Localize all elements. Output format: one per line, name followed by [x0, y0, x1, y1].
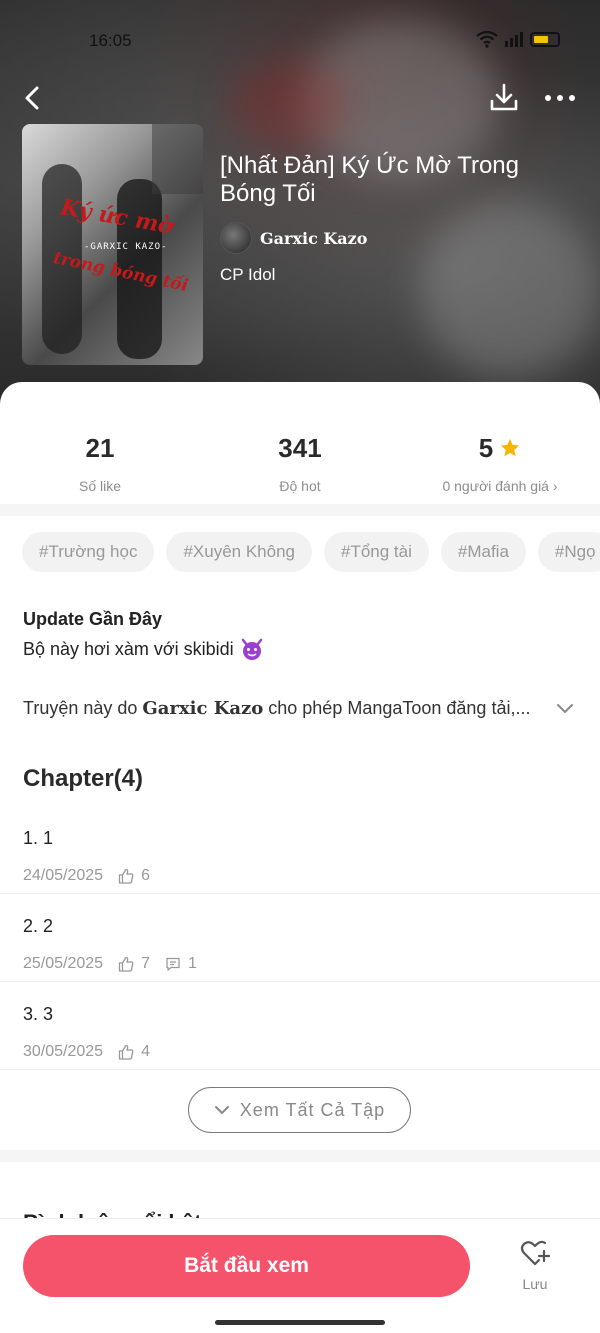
start-reading-button[interactable]: Bắt đầu xem: [23, 1235, 470, 1297]
thumb-up-icon: [118, 956, 134, 972]
book-title: [Nhất Đản] Ký Ức Mờ Trong Bóng Tối: [220, 152, 520, 207]
thumb-up-icon: [118, 1044, 134, 1060]
rating-value-row: 5: [400, 430, 600, 466]
see-all-chapters-button[interactable]: Xem Tất Cả Tập: [188, 1087, 411, 1133]
chapter-meta: 24/05/2025 6: [23, 867, 150, 885]
stat-label: Số like: [78, 478, 122, 494]
download-button[interactable]: [488, 82, 520, 114]
battery-icon: [530, 31, 560, 47]
more-icon: [545, 95, 575, 101]
chapter-comments: 1: [187, 955, 197, 972]
update-text-row: Bộ này hơi xàm với skibidi: [23, 637, 264, 661]
update-text: Bộ này hơi xàm với skibidi: [23, 638, 234, 659]
update-heading: Update Gần Đây: [23, 609, 163, 629]
status-icons: [476, 30, 560, 48]
stat-label: Độ hot: [279, 478, 321, 494]
chapter-title: 1. 1: [23, 828, 54, 848]
cover-building: [152, 124, 203, 194]
thumb-up-icon: [118, 868, 134, 884]
wifi-icon: [476, 30, 498, 48]
star-icon: [501, 438, 520, 457]
devil-icon: [241, 638, 262, 660]
chapter-item[interactable]: 3. 3 30/05/2025 4: [0, 982, 600, 1070]
stat-value: 5: [478, 432, 494, 463]
download-icon: [490, 83, 518, 111]
author-row[interactable]: Garxic Kazo: [220, 222, 367, 254]
save-button[interactable]: Lưu: [508, 1239, 562, 1299]
cover-author: -GARXIC KAZO-: [84, 242, 168, 252]
chapter-likes: 6: [141, 867, 150, 884]
permission-note[interactable]: Truyện này do Garxic Kazo cho phép Manga…: [23, 698, 578, 719]
stat-value: 21: [85, 432, 115, 463]
status-time: 16:05: [89, 31, 132, 50]
stat-likes: 21 Số like: [0, 430, 200, 500]
hero-header: 16:05 Ký ức mờ -GARXIC KAZO- trong bóng …: [0, 0, 600, 410]
chapter-date: 30/05/2025: [23, 1043, 104, 1060]
see-all-label: Xem Tất Cả Tập: [239, 1099, 386, 1120]
stat-rating[interactable]: 5 0 người đánh giá ›: [400, 430, 600, 500]
back-button[interactable]: [18, 82, 48, 114]
chapter-item[interactable]: 1. 1 24/05/2025 6: [0, 806, 600, 894]
tag-chip[interactable]: #Mafia: [440, 532, 526, 572]
chapter-title: 2. 2: [23, 916, 54, 936]
chapter-date: 25/05/2025: [23, 955, 104, 972]
save-label: Lưu: [522, 1276, 548, 1292]
chapters-heading: Chapter(4): [23, 765, 144, 792]
chapter-meta: 30/05/2025 4: [23, 1043, 150, 1061]
comment-icon: [166, 957, 180, 971]
chapter-item[interactable]: 2. 2 25/05/2025 7 1: [0, 894, 600, 982]
section-divider: [0, 1150, 600, 1162]
chapter-likes: 4: [141, 1043, 150, 1060]
rating-count-link[interactable]: 0 người đánh giá ›: [400, 478, 600, 494]
permission-author: Garxic Kazo: [142, 698, 264, 719]
tag-chip[interactable]: #Xuyên Không: [166, 532, 312, 572]
tag-chip[interactable]: #Trường học: [22, 532, 155, 572]
stats-row: 21 Số like 341 Độ hot 5 0 người đánh giá…: [0, 430, 600, 500]
tag-chip[interactable]: #Ngọ: [537, 532, 600, 572]
chevron-down-icon: [214, 1106, 229, 1115]
section-divider: [0, 504, 600, 516]
more-button[interactable]: [542, 84, 578, 112]
tag-list: #Trường học #Xuyên Không #Tổng tài #Mafi…: [22, 532, 600, 572]
author-name[interactable]: Garxic Kazo: [260, 229, 367, 248]
chapter-date: 24/05/2025: [23, 867, 104, 884]
avatar[interactable]: [220, 222, 252, 254]
signal-icon: [505, 32, 523, 47]
book-cover[interactable]: Ký ức mờ -GARXIC KAZO- trong bóng tối: [22, 124, 203, 365]
chevron-down-icon[interactable]: [556, 702, 574, 716]
permission-suffix: cho phép MangaToon đăng tải,...: [268, 698, 531, 718]
stat-hot: 341 Độ hot: [200, 430, 400, 500]
chapter-meta: 25/05/2025 7 1: [23, 955, 197, 973]
background-blur: [420, 200, 600, 380]
tag-chip[interactable]: #Tổng tài: [324, 532, 429, 572]
stat-value: 341: [278, 432, 322, 463]
chapter-likes: 7: [141, 955, 150, 972]
book-genre: CP Idol: [220, 265, 276, 284]
chapter-title: 3. 3: [23, 1004, 54, 1024]
status-bar: 16:05: [0, 0, 600, 80]
home-indicator: [215, 1320, 385, 1325]
permission-prefix: Truyện này do: [23, 698, 138, 718]
bottom-action-bar: Bắt đầu xem Lưu: [0, 1218, 600, 1333]
back-icon: [25, 86, 39, 110]
heart-plus-icon: [520, 1240, 551, 1266]
